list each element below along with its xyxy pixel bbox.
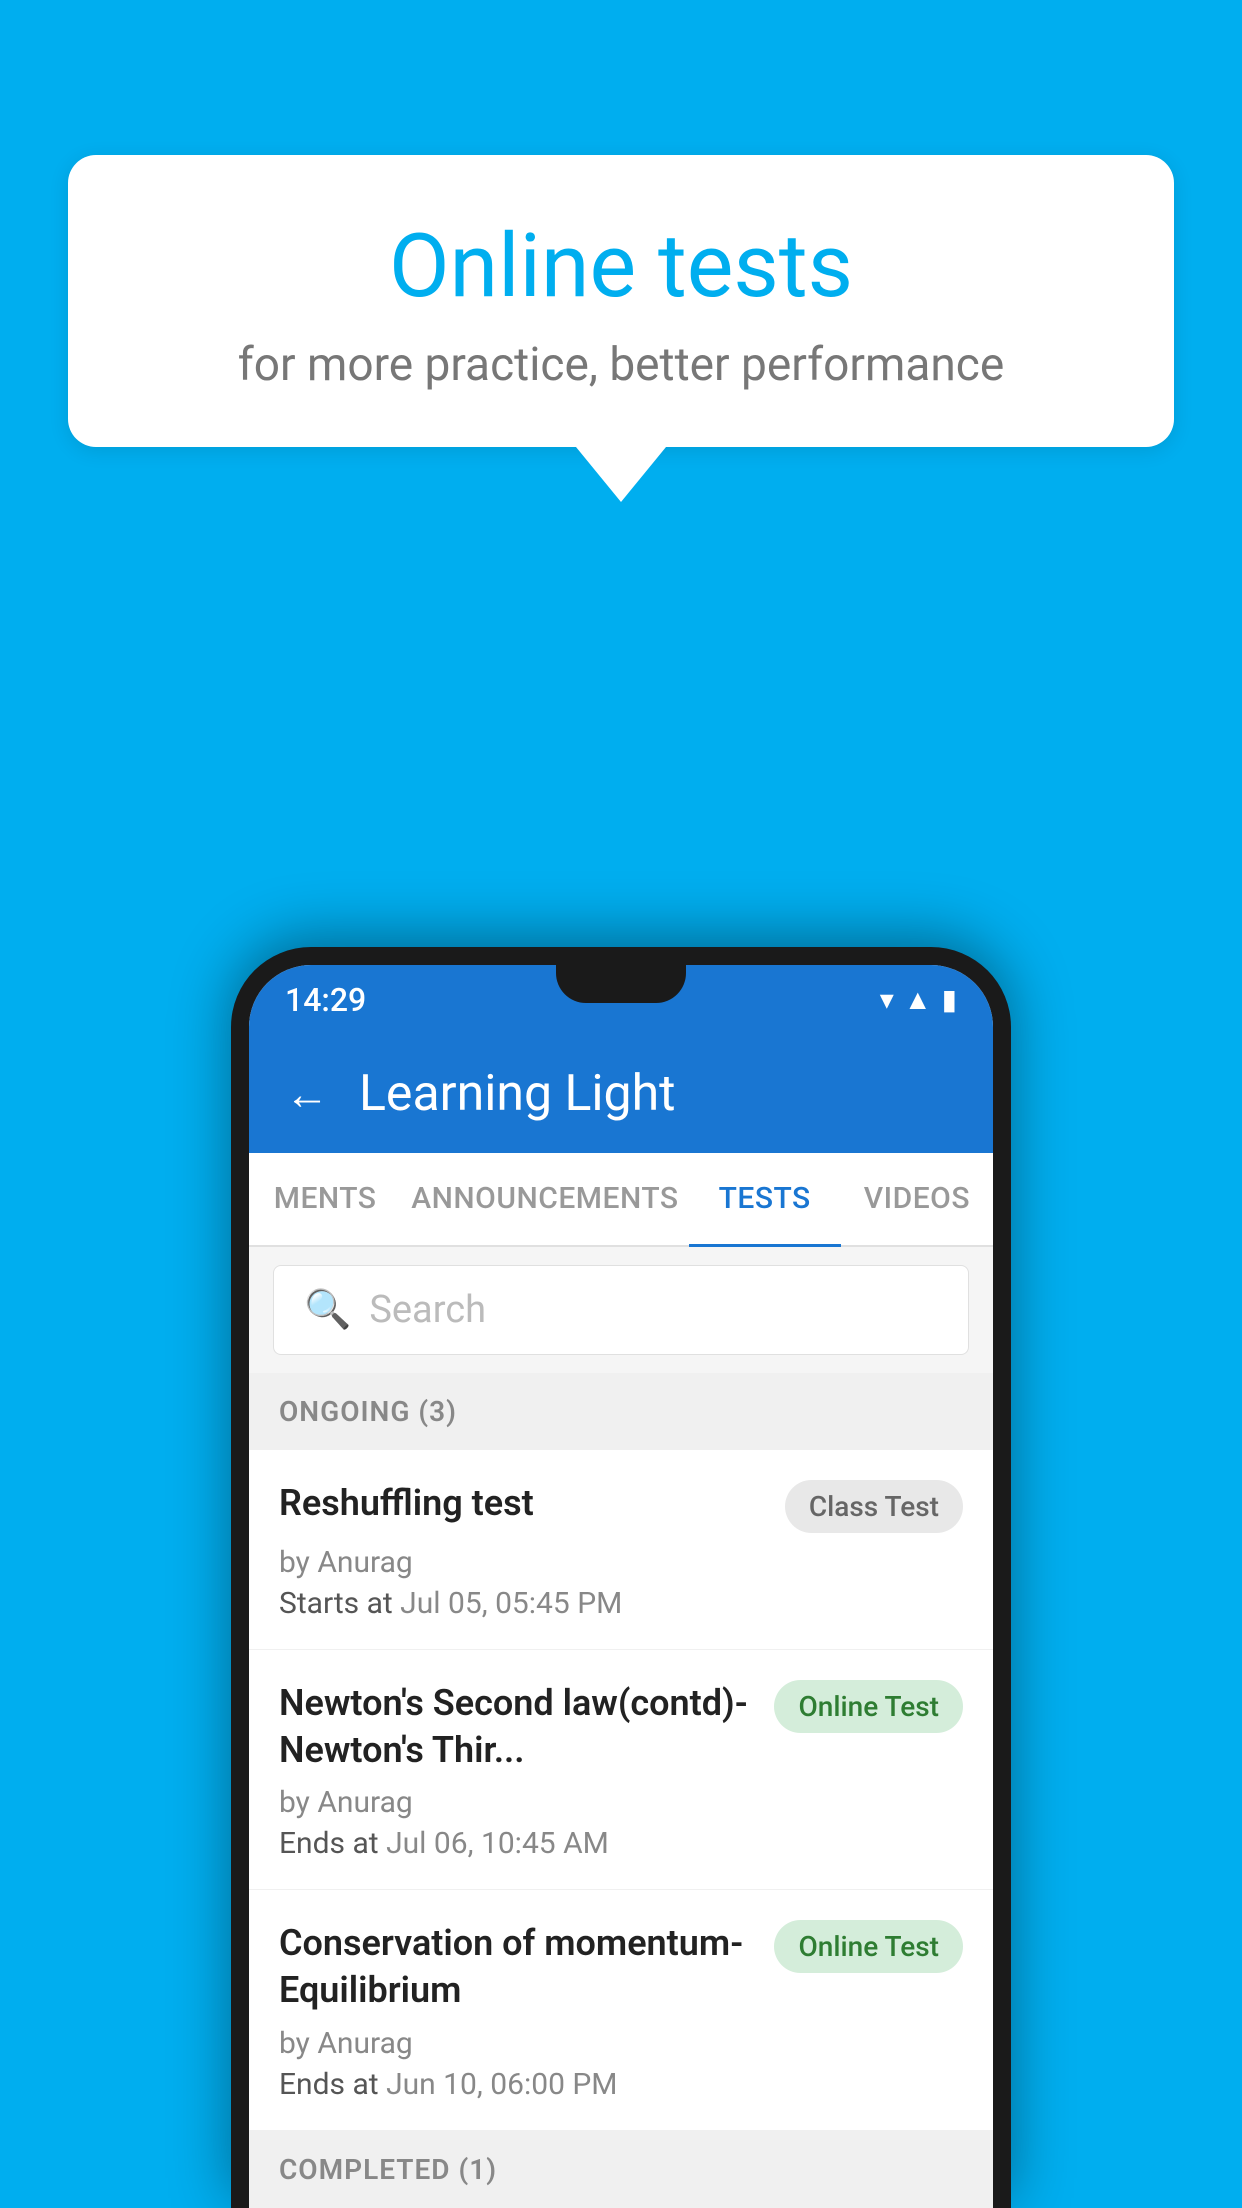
- bubble-title: Online tests: [118, 215, 1124, 318]
- phone-frame: 14:29 ▾ ▲ ▮ ← Learning Light MENTS ANNOU…: [231, 947, 1011, 2208]
- date-label: Ends at: [279, 2067, 379, 2102]
- bubble-box: Online tests for more practice, better p…: [68, 155, 1174, 447]
- test-name: Reshuffling test: [279, 1480, 765, 1527]
- test-item[interactable]: Newton's Second law(contd)-Newton's Thir…: [249, 1650, 993, 1891]
- bubble-arrow: [576, 447, 666, 502]
- date-value: Jul 06, 10:45 AM: [386, 1826, 609, 1861]
- test-item-top: Newton's Second law(contd)-Newton's Thir…: [279, 1680, 963, 1774]
- tab-announcements[interactable]: ANNOUNCEMENTS: [401, 1153, 688, 1247]
- signal-icon: ▲: [904, 983, 932, 1016]
- test-date: Ends at Jun 10, 06:00 PM: [279, 2067, 963, 2102]
- status-time: 14:29: [285, 981, 366, 1019]
- tabs-bar: MENTS ANNOUNCEMENTS TESTS VIDEOS: [249, 1153, 993, 1247]
- search-icon: 🔍: [304, 1288, 351, 1332]
- search-container: 🔍 Search: [249, 1247, 993, 1373]
- ongoing-section-header: ONGOING (3): [249, 1373, 993, 1450]
- search-bar[interactable]: 🔍 Search: [273, 1265, 969, 1355]
- promo-bubble: Online tests for more practice, better p…: [68, 155, 1174, 502]
- battery-icon: ▮: [942, 983, 957, 1016]
- test-badge: Online Test: [774, 1920, 963, 1973]
- tab-tests[interactable]: TESTS: [689, 1153, 841, 1247]
- app-header: ← Learning Light: [249, 1035, 993, 1153]
- bubble-subtitle: for more practice, better performance: [118, 338, 1124, 392]
- status-icons: ▾ ▲ ▮: [880, 983, 957, 1016]
- wifi-icon: ▾: [880, 983, 894, 1016]
- app-title: Learning Light: [359, 1065, 676, 1123]
- date-label: Ends at: [279, 1826, 379, 1861]
- test-item-top: Conservation of momentum-Equilibrium Onl…: [279, 1920, 963, 2014]
- tab-videos[interactable]: VIDEOS: [841, 1153, 993, 1247]
- back-button[interactable]: ←: [285, 1068, 329, 1120]
- date-value: Jul 05, 05:45 PM: [400, 1586, 622, 1621]
- test-author: by Anurag: [279, 1545, 963, 1580]
- completed-section-header: COMPLETED (1): [249, 2131, 993, 2208]
- test-item[interactable]: Reshuffling test Class Test by Anurag St…: [249, 1450, 993, 1650]
- date-value: Jun 10, 06:00 PM: [386, 2067, 617, 2102]
- phone-notch: [556, 965, 686, 1003]
- tab-ments[interactable]: MENTS: [249, 1153, 401, 1247]
- phone-screen: 14:29 ▾ ▲ ▮ ← Learning Light MENTS ANNOU…: [249, 965, 993, 2208]
- test-author: by Anurag: [279, 2026, 963, 2061]
- search-placeholder: Search: [369, 1288, 486, 1332]
- test-name: Newton's Second law(contd)-Newton's Thir…: [279, 1680, 754, 1774]
- test-author: by Anurag: [279, 1785, 963, 1820]
- test-badge: Online Test: [774, 1680, 963, 1733]
- test-date: Ends at Jul 06, 10:45 AM: [279, 1826, 963, 1861]
- date-label: Starts at: [279, 1586, 393, 1621]
- test-item-top: Reshuffling test Class Test: [279, 1480, 963, 1533]
- test-name: Conservation of momentum-Equilibrium: [279, 1920, 754, 2014]
- test-date: Starts at Jul 05, 05:45 PM: [279, 1586, 963, 1621]
- test-badge: Class Test: [785, 1480, 963, 1533]
- test-item[interactable]: Conservation of momentum-Equilibrium Onl…: [249, 1890, 993, 2131]
